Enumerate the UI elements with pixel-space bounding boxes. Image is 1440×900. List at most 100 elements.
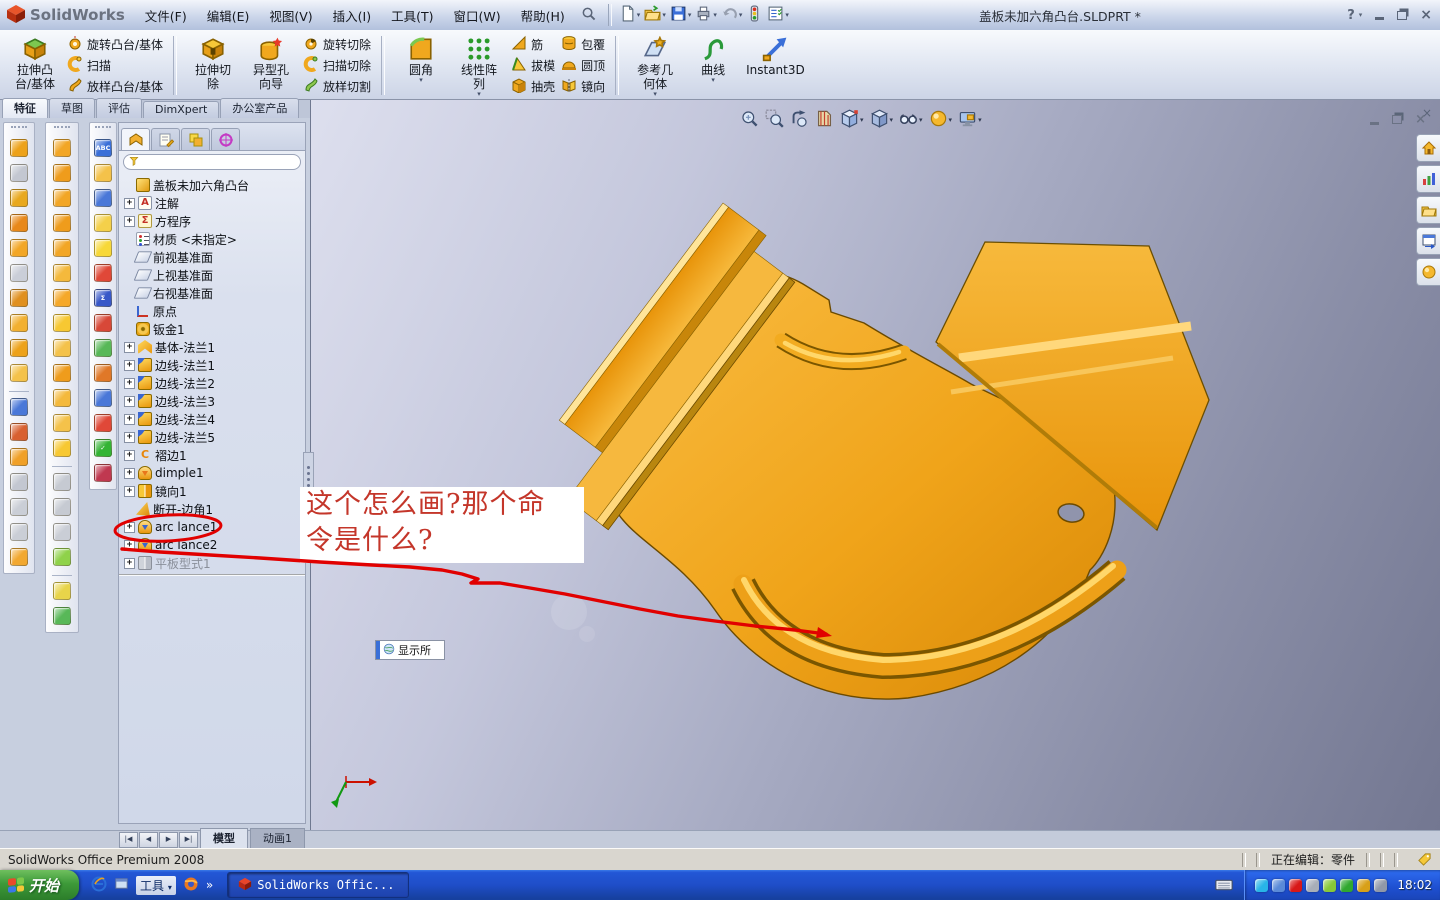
tab-动画1[interactable]: 动画1 xyxy=(250,828,305,848)
expand-toggle[interactable]: + xyxy=(124,467,135,479)
dropdown-icon[interactable]: ▾ xyxy=(637,11,641,19)
graphics-viewport[interactable]: ▾ ▾ ▾ ▾ ▾ × × 显示所 xyxy=(310,100,1440,830)
toolbar-icon-2-13[interactable] xyxy=(94,463,112,482)
toolbar-icon-2-11[interactable] xyxy=(94,413,112,432)
toolbar-icon-2-4[interactable] xyxy=(94,238,112,257)
tree-item-原点[interactable]: 原点 xyxy=(122,302,305,320)
toolbar-icon-0-4[interactable] xyxy=(10,238,28,257)
toolbar-icon-2-3[interactable] xyxy=(94,213,112,232)
feature-filter-input[interactable] xyxy=(123,154,301,170)
toolbar-icon-1-8[interactable] xyxy=(53,338,71,357)
tree-item-前视基准面[interactable]: 前视基准面 xyxy=(122,248,305,266)
tree-item-arc-lance2[interactable]: + arc lance2 xyxy=(122,536,305,554)
previous-view-button[interactable] xyxy=(789,108,810,132)
command-mirror-button[interactable]: 镜向 xyxy=(561,77,605,97)
dropdown-icon[interactable]: ▾ xyxy=(739,11,743,19)
fm-dimxpert-tab[interactable] xyxy=(211,128,240,150)
expand-toggle[interactable]: + xyxy=(124,431,135,443)
toolbar-icon-2-9[interactable] xyxy=(94,363,112,382)
toolbar-drag-handle[interactable] xyxy=(11,126,27,132)
internet-explorer-icon[interactable] xyxy=(91,876,107,895)
toolbar-icon-0-2[interactable] xyxy=(10,188,28,207)
fm-feature-tab[interactable] xyxy=(121,128,150,150)
save-button[interactable]: ▾ xyxy=(669,3,693,27)
doc-minimize-button[interactable] xyxy=(1370,121,1380,125)
tree-item-边线-法兰3[interactable]: + 边线-法兰3 xyxy=(122,392,305,410)
dropdown-icon[interactable]: ▾ xyxy=(785,11,789,19)
menu-item-0[interactable]: 文件(F) xyxy=(135,2,197,29)
tab-DimXpert[interactable]: DimXpert xyxy=(143,101,220,118)
dropdown-icon[interactable]: ▾ xyxy=(419,77,423,84)
tray-icon-6[interactable] xyxy=(1357,878,1371,892)
toolbar-icon-1-5[interactable] xyxy=(53,263,71,282)
toolbar-icon-1-19[interactable] xyxy=(53,581,71,600)
toolbar-icon-0-13[interactable] xyxy=(10,447,28,466)
menu-item-6[interactable]: 帮助(H) xyxy=(511,2,575,29)
toolbar-icon-2-5[interactable] xyxy=(94,263,112,282)
tab-特征[interactable]: 特征 xyxy=(2,98,48,118)
model-canvas[interactable] xyxy=(311,100,1440,830)
command-instant3d-button[interactable]: Instant3D xyxy=(742,32,809,99)
expand-toggle[interactable]: + xyxy=(124,485,135,497)
display-tooltip-chip[interactable]: 显示所 xyxy=(375,640,445,660)
fm-config-tab[interactable] xyxy=(181,128,210,150)
task-pane-tab-file-explorer[interactable] xyxy=(1416,227,1440,255)
command-fillet-button[interactable]: 圆角 ▾ xyxy=(392,32,450,99)
dropdown-icon[interactable]: ▾ xyxy=(653,91,657,98)
dropdown-icon[interactable]: ▾ xyxy=(860,116,864,124)
new-doc-button[interactable]: ▾ xyxy=(618,3,642,27)
view-settings-button[interactable]: ▾ xyxy=(957,108,983,132)
command-hole-wizard-button[interactable]: 异型孔 向导 xyxy=(242,32,300,99)
tag-icon[interactable] xyxy=(1417,852,1432,867)
panel-chevron-icon[interactable] xyxy=(295,148,303,150)
dropdown-icon[interactable]: ▾ xyxy=(662,11,666,19)
tree-item-边线-法兰2[interactable]: + 边线-法兰2 xyxy=(122,374,305,392)
toolbar-icon-0-14[interactable] xyxy=(10,472,28,491)
tree-item-断开-边角1[interactable]: 断开-边角1 xyxy=(122,500,305,518)
toolbar-icon-0-6[interactable] xyxy=(10,288,28,307)
toolbar-icon-1-7[interactable] xyxy=(53,313,71,332)
tree-item-边线-法兰5[interactable]: + 边线-法兰5 xyxy=(122,428,305,446)
toolbar-drag-handle[interactable] xyxy=(54,126,70,132)
tab-nav-3[interactable]: ▶| xyxy=(179,832,198,848)
command-revolve-button[interactable]: 旋转凸台/基体 xyxy=(67,35,163,55)
command-extrude-button[interactable]: 拉伸凸 台/基体 xyxy=(6,32,64,99)
toolbar-icon-1-16[interactable] xyxy=(53,522,71,541)
toolbar-icon-0-11[interactable] xyxy=(10,397,28,416)
toolbar-icon-0-16[interactable] xyxy=(10,522,28,541)
expand-toggle[interactable]: + xyxy=(124,341,135,353)
expand-toggle[interactable]: + xyxy=(124,539,135,551)
tab-评估[interactable]: 评估 xyxy=(96,98,142,118)
menu-item-5[interactable]: 窗口(W) xyxy=(444,2,511,29)
toolbar-icon-2-10[interactable] xyxy=(94,388,112,407)
toolbar-icon-2-7[interactable] xyxy=(94,313,112,332)
dropdown-icon[interactable]: ▾ xyxy=(919,116,923,124)
command-loft-cut-button[interactable]: 放样切割 xyxy=(303,77,371,97)
toolbar-icon-1-15[interactable] xyxy=(53,497,71,516)
start-button[interactable]: 开始 xyxy=(0,870,80,900)
expand-toggle[interactable]: + xyxy=(124,359,135,371)
toolbar-icon-0-15[interactable] xyxy=(10,497,28,516)
undo-button[interactable]: ▾ xyxy=(720,3,744,27)
options-button[interactable]: ▾ xyxy=(766,3,790,27)
command-cut-extrude-button[interactable]: 拉伸切除 xyxy=(184,32,242,99)
task-pane-tab-design-library[interactable] xyxy=(1416,196,1440,224)
menu-item-4[interactable]: 工具(T) xyxy=(381,2,443,29)
tree-item-钣金1[interactable]: 钣金1 xyxy=(122,320,305,338)
dropdown-icon[interactable]: ▾ xyxy=(688,11,692,19)
tree-item-平板型式1[interactable]: + 平板型式1 xyxy=(122,554,305,572)
tree-item-右视基准面[interactable]: 右视基准面 xyxy=(122,284,305,302)
toolbar-icon-1-20[interactable] xyxy=(53,606,71,625)
toolbar-icon-0-7[interactable] xyxy=(10,313,28,332)
tools-menu[interactable]: 工具 ▾ xyxy=(136,875,176,895)
dropdown-icon[interactable]: ▾ xyxy=(949,116,953,124)
toolbar-icon-1-12[interactable] xyxy=(53,438,71,457)
toolbar-drag-handle[interactable] xyxy=(95,126,111,132)
zoom-area-button[interactable] xyxy=(764,108,785,132)
tree-item-镜向1[interactable]: + 镜向1 xyxy=(122,482,305,500)
menu-item-2[interactable]: 视图(V) xyxy=(259,2,322,29)
toolbar-icon-0-5[interactable] xyxy=(10,263,28,282)
expand-toggle[interactable]: + xyxy=(124,521,135,533)
task-pane-tab-appearances-ball[interactable] xyxy=(1416,258,1440,286)
doc-restore-button[interactable] xyxy=(1392,115,1403,124)
